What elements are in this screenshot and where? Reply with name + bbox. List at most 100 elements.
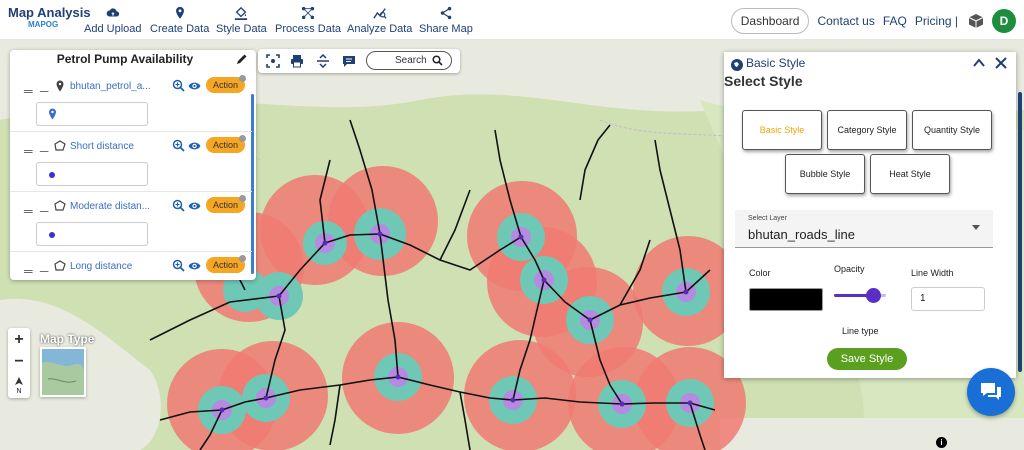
chat-button[interactable]	[967, 368, 1015, 416]
top-right-menu: Dashboard Contact us FAQ Pricing | D	[730, 8, 1016, 34]
legend-swatch	[49, 172, 55, 178]
north-arrow-icon[interactable]: N	[12, 376, 26, 394]
layer-settings-dot[interactable]	[239, 195, 246, 202]
eye-icon[interactable]	[188, 140, 201, 152]
dashboard-button[interactable]: Dashboard	[730, 8, 810, 34]
nav-label: Style Data	[216, 23, 267, 35]
basic-style-button[interactable]: Basic Style	[742, 110, 822, 150]
location-pin-icon	[49, 108, 56, 120]
share-icon	[440, 6, 452, 20]
drag-handle-icon[interactable]: ═ ─	[24, 144, 50, 158]
process-nodes-icon	[301, 6, 315, 20]
layer-row[interactable]: ═ ─ Long distance Action	[10, 252, 252, 280]
zoom-to-layer-icon[interactable]	[172, 259, 185, 272]
eye-icon[interactable]	[188, 80, 201, 92]
nav-process-data[interactable]: Process Data	[275, 6, 341, 35]
paint-bucket-icon	[235, 6, 248, 20]
zoom-in-button[interactable]: +	[8, 329, 30, 351]
info-icon[interactable]: i	[936, 437, 947, 448]
search-input[interactable]: Search	[366, 51, 452, 70]
heat-style-button[interactable]: Heat Style	[870, 154, 950, 194]
layer-name[interactable]: Moderate distan...	[70, 201, 156, 212]
nav-style-data[interactable]: Style Data	[216, 6, 267, 35]
style-panel-header-title: Basic Style	[746, 56, 806, 70]
layer-row[interactable]: ═ ─ bhutan_petrol_a... Action	[10, 72, 252, 132]
measure-icon[interactable]	[316, 54, 330, 68]
bubble-style-button[interactable]: Bubble Style	[785, 154, 865, 194]
zoom-to-layer-icon[interactable]	[172, 79, 185, 92]
save-style-button[interactable]: Save Style	[827, 348, 907, 370]
pricing-link[interactable]: Pricing |	[915, 14, 958, 28]
chevron-down-icon[interactable]	[972, 225, 980, 230]
chevron-up-icon[interactable]	[972, 56, 986, 70]
close-icon[interactable]	[994, 56, 1008, 70]
nav-share-map[interactable]: Share Map	[419, 6, 473, 35]
search-icon	[432, 55, 443, 66]
polygon-icon	[54, 200, 66, 211]
opacity-slider-thumb[interactable]	[866, 288, 881, 303]
style-panel-scrollbar[interactable]	[1018, 92, 1022, 372]
svg-text:N: N	[16, 387, 21, 394]
cube-icon[interactable]	[968, 13, 984, 29]
drag-handle-icon[interactable]: ═ ─	[24, 204, 50, 218]
layer-legend	[36, 222, 148, 246]
layer-panel: Petrol Pump Availability ═ ─ bhutan_petr…	[10, 50, 256, 280]
layer-legend	[36, 162, 148, 186]
eye-icon[interactable]	[188, 260, 201, 272]
nav-add-upload[interactable]: Add Upload	[84, 6, 142, 35]
nav-label: Add Upload	[84, 23, 142, 35]
location-pin-icon	[56, 80, 64, 92]
quantity-style-button[interactable]: Quantity Style	[912, 110, 992, 150]
map-type-preview	[42, 349, 84, 395]
map-type-thumbnail[interactable]	[40, 347, 86, 397]
nav-label: Share Map	[419, 23, 473, 35]
nav-label: Create Data	[150, 23, 210, 35]
brand-logo[interactable]: Map Analysis MAPOG	[8, 6, 91, 29]
zoom-to-layer-icon[interactable]	[172, 139, 185, 152]
line-width-label: Line Width	[911, 268, 954, 278]
pencil-icon[interactable]	[236, 53, 248, 65]
line-width-input[interactable]: 1	[911, 287, 985, 311]
layer-settings-dot[interactable]	[239, 135, 246, 142]
globe-icon	[731, 59, 743, 71]
layer-name[interactable]: Long distance	[70, 261, 156, 272]
opacity-label: Opacity	[834, 264, 865, 274]
layer-name[interactable]: Short distance	[70, 141, 156, 152]
polygon-icon	[54, 140, 66, 151]
layer-name[interactable]: bhutan_petrol_a...	[70, 81, 156, 92]
comment-icon[interactable]	[342, 54, 356, 68]
eye-icon[interactable]	[188, 200, 201, 212]
zoom-controls: + − N	[8, 328, 30, 398]
nav-label: Analyze Data	[347, 23, 413, 35]
zoom-to-layer-icon[interactable]	[172, 199, 185, 212]
layer-legend	[36, 102, 148, 126]
cloud-upload-icon	[106, 8, 119, 17]
color-picker[interactable]	[749, 288, 823, 311]
select-layer-value: bhutan_roads_line	[748, 227, 855, 242]
layer-settings-dot[interactable]	[239, 75, 246, 82]
nav-label: Process Data	[275, 23, 342, 35]
map-type-label: Map Type	[40, 332, 95, 346]
select-style-title: Select Style	[724, 73, 803, 89]
faq-link[interactable]: FAQ	[883, 14, 907, 28]
avatar[interactable]: D	[992, 9, 1016, 33]
brand-title: Map Analysis	[8, 5, 91, 20]
zoom-out-button[interactable]: −	[8, 351, 30, 373]
layer-row[interactable]: ═ ─ Moderate distan... Action	[10, 192, 252, 252]
nav-create-data[interactable]: Create Data	[150, 6, 209, 35]
layer-settings-dot[interactable]	[239, 255, 246, 262]
line-type-label: Line type	[842, 326, 879, 336]
print-icon[interactable]	[290, 54, 304, 68]
layer-row[interactable]: ═ ─ Short distance Action	[10, 132, 252, 192]
top-navbar: Map Analysis MAPOG Add Upload Create Dat…	[0, 0, 1024, 40]
contact-link[interactable]: Contact us	[817, 14, 874, 28]
analyze-chart-icon	[373, 8, 387, 19]
nav-analyze-data[interactable]: Analyze Data	[347, 6, 412, 35]
drag-handle-icon[interactable]: ═ ─	[24, 84, 50, 98]
fullscreen-icon[interactable]	[266, 54, 280, 68]
drag-handle-icon[interactable]: ═ ─	[24, 264, 50, 278]
polygon-icon	[54, 260, 66, 271]
category-style-button[interactable]: Category Style	[827, 110, 907, 150]
chat-bubble-icon	[981, 383, 1001, 400]
map-toolbar: Search	[258, 49, 460, 73]
